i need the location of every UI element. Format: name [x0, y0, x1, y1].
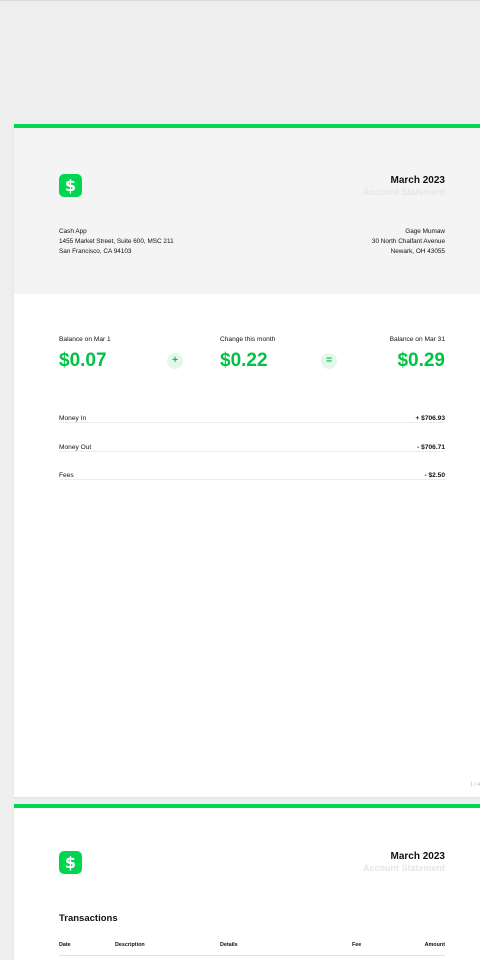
summary-label: Money Out: [59, 444, 96, 451]
equals-icon: =: [321, 353, 337, 369]
column-header-amount: Amount: [424, 942, 445, 948]
table-header-divider: [59, 955, 445, 956]
statement-page-2: $ March 2023 Account Statement Transacti…: [14, 804, 480, 960]
recipient-street: 30 North Chalfant Avenue: [371, 238, 445, 245]
end-balance-label: Balance on Mar 31: [389, 336, 445, 343]
column-header-fee: Fee: [352, 942, 362, 948]
recipient-address: Gage Mumaw 30 North Chalfant Avenue Newa…: [372, 227, 445, 257]
end-balance-value: $0.29: [397, 350, 445, 371]
change-label: Change this month: [220, 336, 276, 343]
summary-label: Fees: [59, 472, 78, 479]
column-header-date: Date: [59, 942, 71, 948]
sender-address: Cash App 1455 Market Street, Suite 600, …: [59, 227, 174, 257]
summary-amount: + $706.93: [411, 415, 445, 422]
summary-amount: - $2.50: [420, 472, 445, 479]
summary-row-money-out: Money Out - $706.71: [59, 444, 445, 456]
viewer-top-border: [0, 0, 480, 1]
page-number: 1 / 4: [470, 782, 480, 788]
column-header-details: Details: [220, 942, 238, 948]
summary-label: Money In: [59, 415, 91, 422]
start-balance-label: Balance on Mar 1: [59, 336, 111, 343]
recipient-city: Newark, OH 43055: [390, 248, 445, 255]
recipient-name: Gage Mumaw: [405, 228, 445, 235]
summary-amount: - $706.71: [413, 444, 445, 451]
transactions-heading: Transactions: [59, 913, 118, 924]
column-header-description: Description: [115, 942, 145, 948]
summary-leader-line: [59, 422, 445, 423]
plus-icon: +: [167, 353, 183, 369]
dollar-sign-icon: $: [59, 851, 82, 874]
dollar-sign-icon: $: [59, 174, 82, 197]
sender-street: 1455 Market Street, Suite 600, MSC 211: [59, 238, 174, 245]
statement-page-1: $ March 2023 Account Statement Cash App …: [14, 124, 480, 797]
start-balance-value: $0.07: [59, 350, 107, 371]
page-top-accent-bar: [14, 804, 480, 808]
summary-row-money-in: Money In + $706.93: [59, 415, 445, 427]
sender-city: San Francisco, CA 94103: [59, 248, 132, 255]
summary-leader-line: [59, 451, 445, 452]
summary-row-fees: Fees - $2.50: [59, 472, 445, 484]
change-value: $0.22: [220, 350, 268, 371]
statement-subtitle: Account Statement: [362, 863, 445, 873]
sender-name: Cash App: [59, 228, 87, 235]
summary-leader-line: [59, 479, 445, 480]
statement-subtitle: Account Statement: [362, 187, 445, 197]
statement-header: $ March 2023 Account Statement Cash App …: [14, 128, 480, 294]
statement-month: March 2023: [390, 175, 445, 186]
statement-month: March 2023: [390, 851, 445, 862]
